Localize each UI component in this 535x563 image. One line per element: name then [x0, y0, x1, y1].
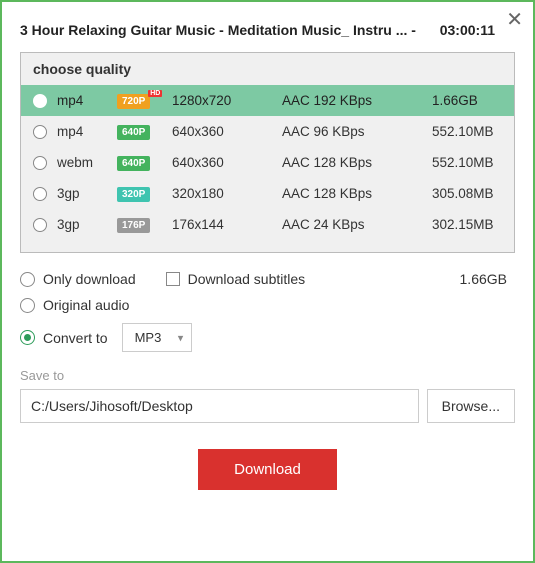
- video-title: 3 Hour Relaxing Guitar Music - Meditatio…: [20, 22, 440, 38]
- close-icon[interactable]: ✕: [506, 10, 523, 30]
- quality-header: choose quality: [21, 61, 514, 85]
- resolution-badge: 720PHD: [117, 94, 150, 109]
- quality-codec: AAC 128 KBps: [282, 186, 432, 201]
- options-line-3: Convert to MP3 ▾: [20, 323, 515, 352]
- convert-to-radio[interactable]: [20, 330, 35, 345]
- quality-format: 3gp: [57, 217, 117, 232]
- quality-resolution: 1280x720: [172, 93, 282, 108]
- quality-resolution: 640x360: [172, 124, 282, 139]
- download-button[interactable]: Download: [198, 449, 337, 490]
- options-line-2: Original audio: [20, 297, 515, 313]
- quality-row[interactable]: 3gp320P 320x180AAC 128 KBps305.08MB: [21, 178, 514, 209]
- download-row: Download: [20, 449, 515, 490]
- title-row: 3 Hour Relaxing Guitar Music - Meditatio…: [20, 22, 515, 38]
- quality-format: 3gp: [57, 186, 117, 201]
- original-audio-radio[interactable]: [20, 298, 35, 313]
- quality-box: choose quality mp4720PHD 1280x720AAC 192 …: [20, 52, 515, 253]
- only-download-radio[interactable]: [20, 272, 35, 287]
- quality-badge-wrap: 320P: [117, 185, 172, 202]
- quality-badge-wrap: 720PHD: [117, 92, 172, 109]
- quality-codec: AAC 192 KBps: [282, 93, 432, 108]
- save-path-row: Browse...: [20, 389, 515, 423]
- save-path-input[interactable]: [20, 389, 419, 423]
- original-audio-label: Original audio: [43, 297, 129, 313]
- quality-row[interactable]: webm640P 640x360AAC 128 KBps552.10MB: [21, 147, 514, 178]
- quality-size: 302.15MB: [432, 217, 502, 232]
- quality-radio[interactable]: [33, 94, 47, 108]
- hd-icon: HD: [148, 90, 162, 97]
- download-subtitles-checkbox[interactable]: [166, 272, 180, 286]
- quality-resolution: 320x180: [172, 186, 282, 201]
- selected-size: 1.66GB: [460, 271, 507, 287]
- quality-resolution: 176x144: [172, 217, 282, 232]
- resolution-badge: 640P: [117, 125, 150, 140]
- chevron-down-icon: ▾: [178, 331, 184, 344]
- browse-button[interactable]: Browse...: [427, 389, 515, 423]
- quality-badge-wrap: 640P: [117, 154, 172, 171]
- quality-row[interactable]: 3gp176P 176x144AAC 24 KBps302.15MB: [21, 209, 514, 240]
- quality-size: 552.10MB: [432, 124, 502, 139]
- quality-resolution: 640x360: [172, 155, 282, 170]
- quality-size: 305.08MB: [432, 186, 502, 201]
- quality-format: webm: [57, 155, 117, 170]
- quality-format: mp4: [57, 93, 117, 108]
- save-to-label: Save to: [20, 368, 515, 383]
- resolution-badge: 320P: [117, 187, 150, 202]
- options-panel: Only download Download subtitles 1.66GB …: [20, 271, 515, 352]
- quality-codec: AAC 128 KBps: [282, 155, 432, 170]
- quality-size: 1.66GB: [432, 93, 502, 108]
- quality-badge-wrap: 176P: [117, 216, 172, 233]
- options-line-1: Only download Download subtitles 1.66GB: [20, 271, 515, 287]
- quality-badge-wrap: 640P: [117, 123, 172, 140]
- download-subtitles-label: Download subtitles: [188, 271, 306, 287]
- quality-format: mp4: [57, 124, 117, 139]
- convert-format-select[interactable]: MP3 ▾: [122, 323, 193, 352]
- quality-radio[interactable]: [33, 218, 47, 232]
- resolution-badge: 176P: [117, 218, 150, 233]
- download-dialog: ✕ 3 Hour Relaxing Guitar Music - Meditat…: [0, 0, 535, 563]
- convert-to-label: Convert to: [43, 330, 108, 346]
- convert-format-value: MP3: [135, 330, 162, 345]
- quality-radio[interactable]: [33, 156, 47, 170]
- quality-codec: AAC 24 KBps: [282, 217, 432, 232]
- quality-list: mp4720PHD1280x720AAC 192 KBps1.66GBmp464…: [21, 85, 514, 240]
- quality-size: 552.10MB: [432, 155, 502, 170]
- quality-codec: AAC 96 KBps: [282, 124, 432, 139]
- video-duration: 03:00:11: [440, 22, 495, 38]
- quality-row[interactable]: mp4720PHD 1280x720AAC 192 KBps1.66GB: [21, 85, 514, 116]
- quality-radio[interactable]: [33, 125, 47, 139]
- quality-row[interactable]: mp4640P 640x360AAC 96 KBps552.10MB: [21, 116, 514, 147]
- only-download-label: Only download: [43, 271, 136, 287]
- resolution-badge: 640P: [117, 156, 150, 171]
- quality-radio[interactable]: [33, 187, 47, 201]
